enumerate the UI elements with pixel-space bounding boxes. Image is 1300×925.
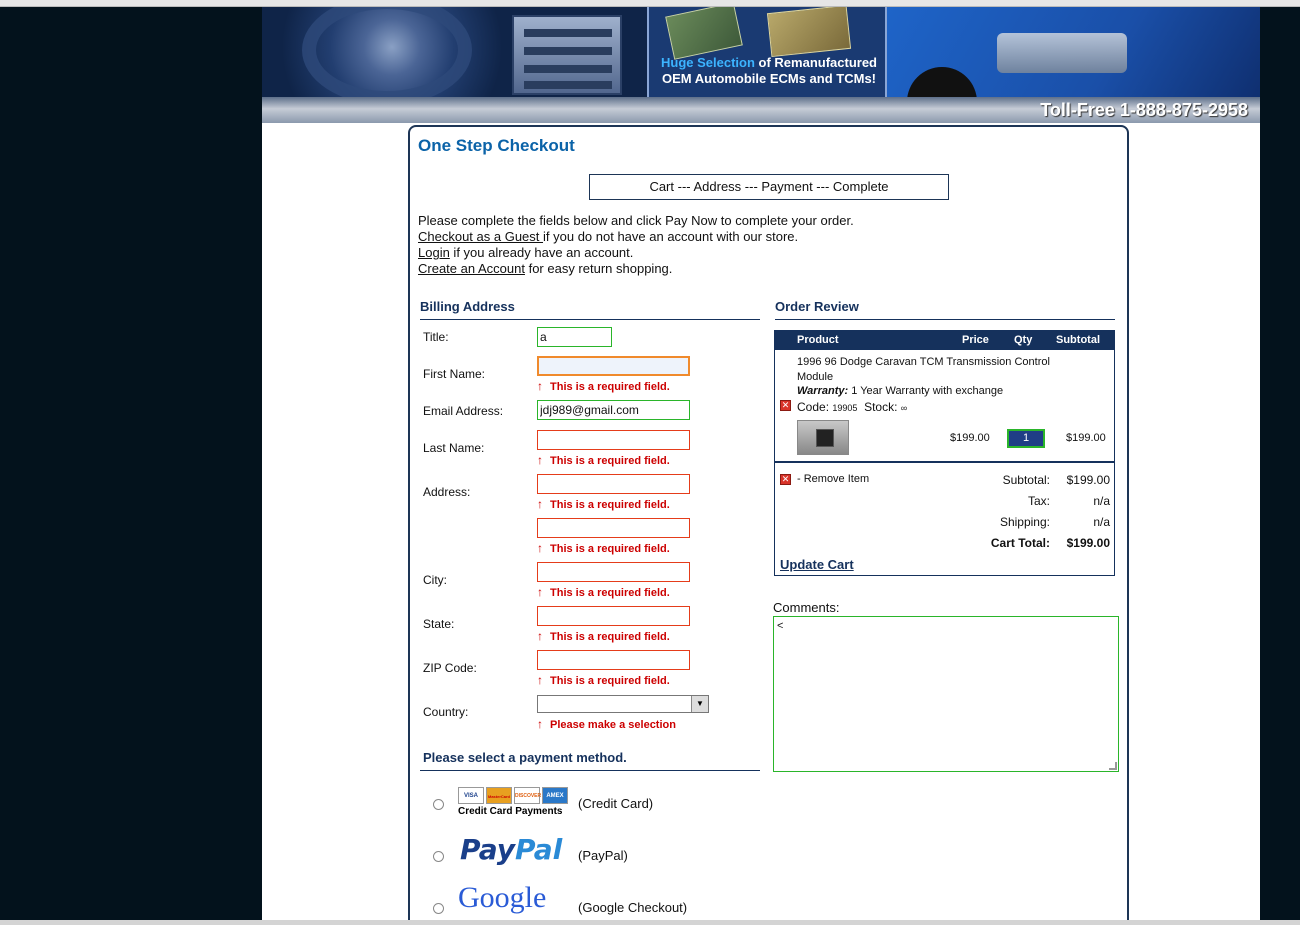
page-container: Huge Selection of Remanufactured OEM Aut… bbox=[262, 7, 1260, 925]
state-error: ↑ This is a required field. bbox=[537, 629, 670, 643]
country-select[interactable]: ▼ bbox=[537, 695, 709, 713]
email-label: Email Address: bbox=[423, 404, 504, 418]
browser-top-strip bbox=[0, 0, 1300, 7]
order-review-heading: Order Review bbox=[775, 299, 1115, 320]
col-price: Price bbox=[962, 334, 989, 346]
ecm-promo-image: Huge Selection of Remanufactured OEM Aut… bbox=[647, 7, 887, 97]
comments-textarea[interactable]: < bbox=[773, 616, 1119, 772]
paypal-radio[interactable] bbox=[433, 851, 444, 862]
last-name-label: Last Name: bbox=[423, 441, 485, 455]
address-line1-input[interactable] bbox=[537, 474, 690, 494]
create-account-link[interactable]: Create an Account bbox=[418, 261, 525, 276]
update-cart-link[interactable]: Update Cart bbox=[780, 557, 854, 572]
browser-bottom-strip bbox=[0, 920, 1300, 925]
zip-error: ↑ This is a required field. bbox=[537, 673, 670, 687]
credit-card-radio[interactable] bbox=[433, 799, 444, 810]
review-header-row: Product Price Qty Subtotal bbox=[775, 331, 1114, 350]
last-name-input[interactable] bbox=[537, 430, 690, 450]
checkout-panel: One Step Checkout Cart --- Address --- P… bbox=[408, 125, 1129, 925]
col-qty: Qty bbox=[1014, 334, 1033, 346]
email-input[interactable] bbox=[537, 400, 690, 420]
paypal-label: (PayPal) bbox=[578, 848, 628, 863]
shipping-label: Shipping: bbox=[999, 515, 1050, 529]
tollfree-bar: Toll-Free 1-888-875-2958 bbox=[262, 97, 1260, 123]
checkout-steps: Cart --- Address --- Payment --- Complet… bbox=[589, 174, 949, 200]
guest-text: if you do not have an account with our s… bbox=[543, 229, 799, 244]
first-name-error: ↑ This is a required field. bbox=[537, 379, 670, 393]
comments-label: Comments: bbox=[773, 600, 840, 615]
remove-item-link[interactable]: - Remove Item bbox=[797, 473, 869, 485]
city-input[interactable] bbox=[537, 562, 690, 582]
item-warranty: Warranty: 1 Year Warranty with exchange bbox=[797, 385, 1004, 397]
mastercard-icon: MasterCard bbox=[486, 787, 512, 804]
remove-item-icon[interactable]: ✕ bbox=[780, 400, 791, 411]
cart-total-value: $199.00 bbox=[1066, 536, 1110, 550]
item-subtotal: $199.00 bbox=[1066, 432, 1106, 444]
tax-label: Tax: bbox=[1027, 494, 1050, 508]
item-name: 1996 96 Dodge Caravan TCM Transmission C… bbox=[797, 356, 1050, 383]
subtotal-label: Subtotal: bbox=[1002, 473, 1050, 487]
country-label: Country: bbox=[423, 705, 469, 719]
intro-text: Please complete the fields below and cli… bbox=[418, 213, 854, 228]
title-label: Title: bbox=[423, 330, 449, 344]
address-line2-error: ↑ This is a required field. bbox=[537, 541, 670, 555]
header-banner: Huge Selection of Remanufactured OEM Aut… bbox=[262, 7, 1260, 97]
amex-icon: AMEX bbox=[542, 787, 568, 804]
tollfree-number: Toll-Free 1-888-875-2958 bbox=[1040, 100, 1248, 120]
visa-icon: VISA bbox=[458, 787, 484, 804]
checkout-intro: Please complete the fields below and cli… bbox=[418, 213, 1018, 277]
google-checkout-radio[interactable] bbox=[433, 903, 444, 914]
address-line2-input[interactable] bbox=[537, 518, 690, 538]
resize-grip-icon[interactable] bbox=[1109, 762, 1117, 770]
last-name-error: ↑ This is a required field. bbox=[537, 453, 670, 467]
zip-input[interactable] bbox=[537, 650, 690, 670]
review-divider bbox=[775, 461, 1114, 463]
title-input[interactable] bbox=[537, 327, 612, 347]
dashboard-image bbox=[262, 7, 647, 97]
google-checkout-label: (Google Checkout) bbox=[578, 900, 688, 915]
city-error: ↑ This is a required field. bbox=[537, 585, 670, 599]
tax-value: n/a bbox=[1093, 494, 1110, 508]
login-link[interactable]: Login bbox=[418, 245, 450, 260]
ecm-promo-text: Huge Selection of Remanufactured OEM Aut… bbox=[661, 55, 877, 86]
truck-image bbox=[887, 7, 1260, 97]
address-label: Address: bbox=[423, 485, 471, 499]
zip-label: ZIP Code: bbox=[423, 661, 477, 675]
first-name-label: First Name: bbox=[423, 367, 486, 381]
product-thumbnail[interactable] bbox=[797, 420, 849, 455]
credit-card-label: (Credit Card) bbox=[578, 796, 654, 811]
state-input[interactable] bbox=[537, 606, 690, 626]
col-product: Product bbox=[797, 334, 839, 346]
payment-heading: Please select a payment method. bbox=[420, 750, 760, 771]
comments-value: < bbox=[777, 620, 784, 632]
create-text: for easy return shopping. bbox=[524, 261, 673, 276]
billing-heading: Billing Address bbox=[420, 299, 760, 320]
first-name-input[interactable] bbox=[537, 356, 690, 376]
shipping-value: n/a bbox=[1093, 515, 1110, 529]
remove-item-icon[interactable]: ✕ bbox=[780, 474, 791, 485]
google-checkout-logo: Google bbox=[458, 881, 547, 914]
order-review-table: Product Price Qty Subtotal 1996 96 Dodge… bbox=[774, 330, 1115, 576]
subtotal-value: $199.00 bbox=[1066, 473, 1110, 487]
chevron-down-icon[interactable]: ▼ bbox=[691, 696, 708, 712]
address-line1-error: ↑ This is a required field. bbox=[537, 497, 670, 511]
login-text: if you already have an account. bbox=[449, 245, 634, 260]
credit-card-logos: VISA MasterCard DISCOVER AMEX Credit Car… bbox=[458, 787, 573, 817]
state-label: State: bbox=[423, 617, 455, 631]
cart-total-label: Cart Total: bbox=[990, 536, 1050, 550]
discover-icon: DISCOVER bbox=[514, 787, 541, 804]
page-title: One Step Checkout bbox=[418, 136, 575, 155]
guest-checkout-link[interactable]: Checkout as a Guest bbox=[418, 229, 543, 244]
item-price: $199.00 bbox=[950, 432, 990, 444]
city-label: City: bbox=[423, 573, 447, 587]
credit-card-caption: Credit Card Payments bbox=[458, 806, 563, 817]
country-error: ↑ Please make a selection bbox=[537, 717, 676, 731]
item-code: Code: 19905 Stock: ∞ bbox=[797, 400, 908, 414]
paypal-logo: PayPal bbox=[460, 833, 563, 866]
quantity-input[interactable]: 1 bbox=[1007, 429, 1045, 448]
col-subtotal: Subtotal bbox=[1056, 334, 1100, 346]
